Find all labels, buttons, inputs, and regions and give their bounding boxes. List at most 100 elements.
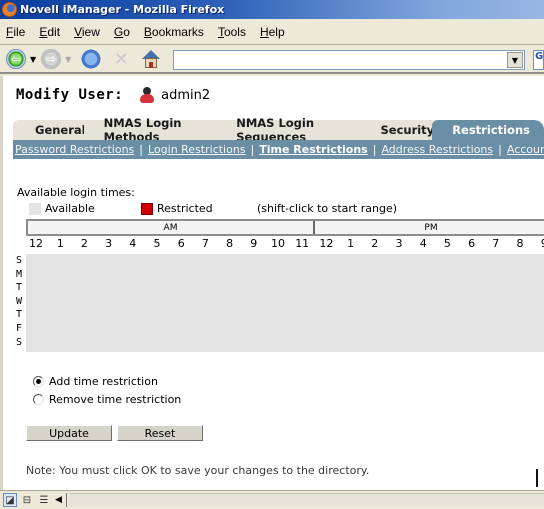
link-time-restrictions[interactable]: Time Restrictions: [259, 143, 367, 156]
time-restriction-grid[interactable]: [26, 254, 544, 352]
restricted-swatch: [141, 203, 153, 215]
reset-button[interactable]: Reset: [117, 425, 203, 441]
scroll-left-arrow-icon[interactable]: ◀: [55, 493, 67, 507]
hour-labels: 12123456789101112123456789: [24, 237, 544, 251]
back-button[interactable]: ⇦: [6, 49, 26, 69]
add-restriction-radio[interactable]: [33, 375, 44, 387]
url-history-dropdown-icon[interactable]: ▼: [507, 52, 523, 68]
separator: |: [250, 143, 255, 156]
hour-label: 12: [319, 237, 334, 250]
menu-go[interactable]: Go: [114, 25, 130, 39]
add-restriction-label: Add time restriction: [49, 374, 158, 388]
menu-bar: File Edit View Go Bookmarks Tools Help: [0, 19, 544, 45]
forward-arrow-icon: ⇨: [46, 52, 57, 66]
hour-label: 4: [419, 237, 427, 250]
url-input[interactable]: [174, 51, 506, 69]
tab-bar: General NMAS Login Methods NMAS Login Se…: [13, 116, 544, 144]
update-button[interactable]: Update: [26, 425, 112, 441]
tab-restrictions[interactable]: Restrictions: [432, 120, 544, 140]
available-swatch: [29, 203, 41, 215]
hour-label: 9: [250, 237, 258, 250]
back-history-dropdown-icon[interactable]: ▼: [30, 55, 36, 64]
hour-label: 5: [443, 237, 451, 250]
hour-label: 12: [29, 237, 43, 250]
home-button[interactable]: [140, 48, 162, 70]
hour-label: 8: [516, 237, 524, 250]
home-icon-door: [149, 62, 154, 68]
tab-nmas-login-sequences[interactable]: NMAS Login Sequences: [216, 116, 373, 144]
hour-label: 7: [201, 237, 209, 250]
status-bar: ◪ ⊟ ☰ ◀: [0, 490, 544, 509]
reload-button[interactable]: [80, 48, 103, 70]
day-label: T: [16, 282, 23, 294]
restriction-mode-radio-group: Add time restriction Remove time restric…: [33, 372, 181, 408]
list-view-icon[interactable]: ☰: [37, 493, 51, 507]
hour-label: 3: [395, 237, 403, 250]
separator: |: [139, 143, 143, 156]
stop-icon: ✕: [113, 48, 129, 70]
legend: Available Restricted (shift-click to sta…: [17, 202, 544, 216]
link-address-restrictions[interactable]: Address Restrictions: [381, 143, 493, 156]
window-title-bar: Novell iManager - Mozilla Firefox: [0, 0, 544, 19]
separator: |: [498, 143, 502, 156]
text-cursor: [536, 469, 538, 487]
am-pm-header: AM PM: [26, 219, 544, 236]
day-label: F: [16, 322, 23, 334]
url-bar[interactable]: ▼: [173, 50, 525, 70]
page-view-icon[interactable]: ⊟: [20, 493, 34, 507]
link-password-restrictions[interactable]: Password Restrictions: [15, 143, 134, 156]
hour-label: 1: [347, 237, 355, 250]
restricted-legend-label: Restricted: [157, 202, 213, 215]
day-label: T: [16, 309, 23, 321]
window-title: Novell iManager - Mozilla Firefox: [20, 3, 225, 16]
shift-click-hint: (shift-click to start range): [257, 202, 398, 215]
tab-nmas-login-methods[interactable]: NMAS Login Methods: [83, 116, 229, 144]
remove-restriction-option[interactable]: Remove time restriction: [33, 390, 181, 408]
hour-label: 8: [226, 237, 234, 250]
menu-file[interactable]: File: [6, 25, 25, 39]
navigation-toolbar: ⇦ ▼ ⇨ ▼ ✕ ▼ G: [0, 46, 544, 74]
menu-view[interactable]: View: [74, 25, 100, 39]
back-arrow-icon: ⇦: [10, 52, 22, 66]
hour-label: 6: [468, 237, 476, 250]
day-label: W: [16, 295, 23, 307]
remove-restriction-radio[interactable]: [33, 393, 44, 405]
hour-label: 7: [492, 237, 500, 250]
hour-label: 11: [295, 237, 310, 250]
horizontal-scrollbar[interactable]: [69, 493, 544, 507]
menu-tools[interactable]: Tools: [218, 25, 246, 39]
link-account-balance[interactable]: Account Balance: [507, 143, 544, 156]
day-label: S: [16, 336, 23, 348]
forward-button[interactable]: ⇨: [41, 49, 62, 69]
firefox-logo-icon: [2, 2, 17, 17]
hour-label: 3: [105, 237, 113, 250]
page-content: Modify User: admin2 General NMAS Login M…: [0, 76, 544, 490]
stop-button[interactable]: ✕: [110, 48, 132, 70]
available-legend-label: Available: [45, 202, 95, 215]
page-title: Modify User:: [16, 87, 124, 103]
hour-label: 4: [129, 237, 137, 250]
link-login-restrictions[interactable]: Login Restrictions: [148, 143, 246, 156]
hour-label: 2: [80, 237, 88, 250]
forward-history-dropdown-icon[interactable]: ▼: [65, 55, 71, 64]
go-button[interactable]: G: [533, 50, 544, 70]
hour-label: 2: [371, 237, 379, 250]
menu-bookmarks[interactable]: Bookmarks: [144, 25, 204, 39]
hour-label: 1: [56, 237, 64, 250]
design-view-icon[interactable]: ◪: [3, 493, 17, 507]
available-login-times-label: Available login times:: [17, 186, 135, 199]
user-icon: [139, 87, 155, 103]
page-heading: Modify User: admin2: [16, 87, 210, 103]
save-note: Note: You must click OK to save your cha…: [26, 464, 370, 477]
day-labels: SMTWTFS: [16, 254, 26, 349]
user-name: admin2: [161, 87, 211, 103]
hour-label: 5: [153, 237, 161, 250]
menu-help[interactable]: Help: [260, 25, 285, 39]
menu-edit[interactable]: Edit: [39, 25, 60, 39]
add-restriction-option[interactable]: Add time restriction: [33, 372, 181, 390]
remove-restriction-label: Remove time restriction: [49, 392, 182, 406]
hour-label: 6: [177, 237, 185, 250]
day-label: S: [16, 255, 23, 266]
user-icon-body: [140, 94, 155, 103]
hour-label: 9: [532, 237, 544, 250]
